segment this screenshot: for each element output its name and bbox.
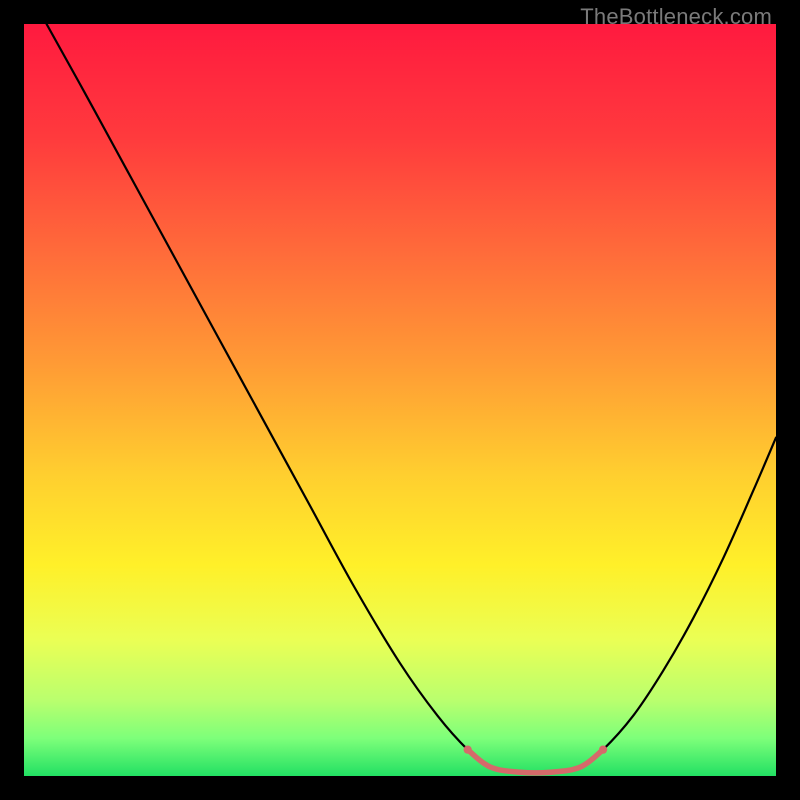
watermark: TheBottleneck.com bbox=[580, 4, 772, 30]
series-optimal-band-endpoint bbox=[599, 746, 607, 754]
chart-plot-area bbox=[24, 24, 776, 776]
chart-svg bbox=[24, 24, 776, 776]
series-optimal-band-endpoint bbox=[464, 746, 472, 754]
